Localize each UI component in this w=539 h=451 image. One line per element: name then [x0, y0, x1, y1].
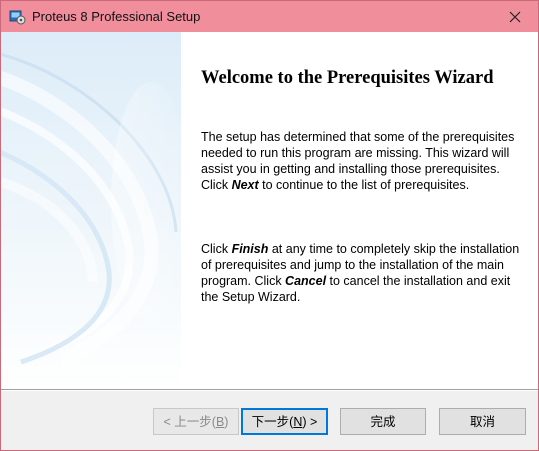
cancel-emphasis: Cancel — [285, 274, 327, 288]
title-bar[interactable]: Proteus 8 Professional Setup — [1, 1, 538, 32]
close-button[interactable] — [492, 1, 538, 32]
intro-paragraph: The setup has determined that some of th… — [201, 130, 515, 192]
cancel-button[interactable]: 取消 — [439, 408, 526, 435]
wizard-side-graphic — [1, 32, 181, 389]
setup-app-icon — [9, 8, 26, 25]
wizard-content: Welcome to the Prerequisites Wizard The … — [1, 32, 538, 389]
window-title: Proteus 8 Professional Setup — [32, 9, 201, 24]
setup-window: Proteus 8 Professional Setup Welcome to … — [0, 0, 539, 451]
wizard-heading: Welcome to the Prerequisites Wizard — [201, 68, 494, 88]
finish-button[interactable]: 完成 — [340, 408, 426, 435]
next-emphasis: Next — [231, 178, 259, 192]
back-button[interactable]: < 上一步(B) — [153, 408, 239, 435]
finish-emphasis: Finish — [231, 242, 269, 256]
wizard-text-panel: Welcome to the Prerequisites Wizard The … — [181, 32, 538, 389]
button-bar-divider-highlight — [1, 390, 538, 391]
close-icon — [509, 11, 521, 23]
finish-cancel-paragraph: Click Finish at any time to completely s… — [201, 242, 520, 304]
next-button[interactable]: 下一步(N) > — [241, 408, 328, 435]
